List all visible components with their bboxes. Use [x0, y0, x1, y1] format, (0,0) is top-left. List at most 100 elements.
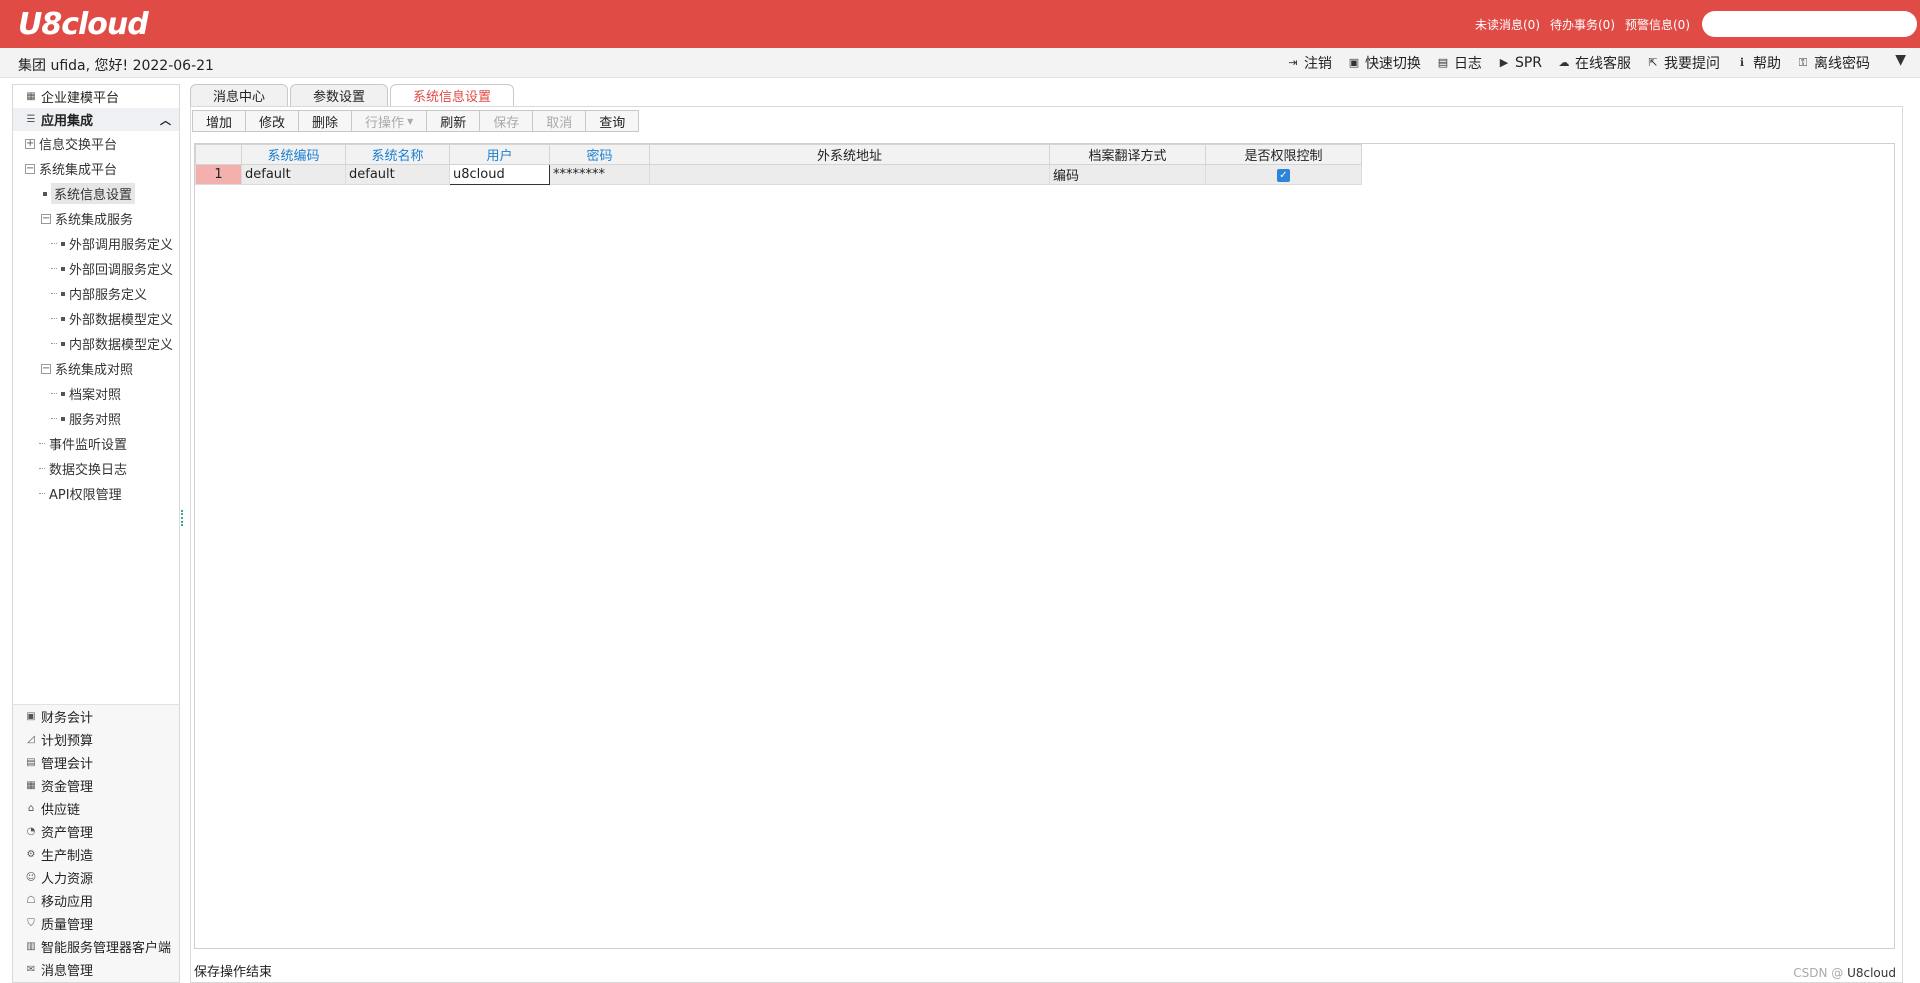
row-operations-button[interactable]: 行操作 ▼	[351, 110, 428, 132]
row-number[interactable]: 1	[195, 164, 242, 185]
module-quality[interactable]: ⛉ 质量管理	[13, 912, 179, 935]
grid-icon: ▦	[26, 91, 36, 102]
top-bar: U8cloud 未读消息(0) 待办事务(0) 预警信息(0)	[0, 0, 1920, 48]
save-button[interactable]: 保存	[479, 110, 534, 132]
module-supply-chain[interactable]: ⌂ 供应链	[13, 797, 179, 820]
search-input[interactable]	[1702, 11, 1917, 37]
chevron-down-icon[interactable]: ▼	[1895, 52, 1906, 68]
asset-icon: ◔	[26, 826, 36, 837]
tree-item-info-exchange[interactable]: + 信息交换平台	[13, 131, 179, 156]
column-header-system-name[interactable]: 系统名称	[345, 144, 450, 165]
tree-item-integration-mapping[interactable]: − 系统集成对照	[13, 356, 179, 381]
refresh-button[interactable]: 刷新	[426, 110, 481, 132]
help-button[interactable]: ℹ 帮助	[1736, 53, 1781, 73]
column-header-permission-control[interactable]: 是否权限控制	[1205, 144, 1362, 165]
cell-password[interactable]: ********	[549, 164, 650, 185]
module-asset[interactable]: ◔ 资产管理	[13, 820, 179, 843]
finance-icon: ▣	[26, 711, 36, 722]
sidebar-header: ▦ 企业建模平台 ☰ 应用集成 ︿	[13, 85, 179, 131]
toolbar: 增加 修改 删除 行操作 ▼ 刷新 保存 取消 查询	[192, 110, 640, 132]
collapse-icon[interactable]: −	[25, 163, 35, 174]
logout-button[interactable]: ⇥ 注销	[1287, 53, 1332, 73]
collapse-icon[interactable]: −	[41, 363, 51, 374]
spr-button[interactable]: ▶ SPR	[1498, 53, 1542, 73]
cancel-button[interactable]: 取消	[532, 110, 587, 132]
add-button[interactable]: 增加	[192, 110, 247, 132]
module-message[interactable]: ✉ 消息管理	[13, 958, 179, 981]
tree-item-integration-services[interactable]: − 系统集成服务	[13, 206, 179, 231]
tree-item-service-mapping[interactable]: 服务对照	[13, 406, 179, 431]
sidebar-item-enterprise-modeling[interactable]: ▦ 企业建模平台	[13, 85, 179, 108]
status-message: 保存操作结束	[194, 965, 273, 980]
module-manufacturing[interactable]: ⚙ 生产制造	[13, 843, 179, 866]
online-service-button[interactable]: ☁ 在线客服	[1558, 53, 1632, 73]
cell-external-address[interactable]	[649, 164, 1050, 185]
column-header-translation-method[interactable]: 档案翻译方式	[1049, 144, 1206, 165]
module-smart-service[interactable]: ▥ 智能服务管理器客户端	[13, 935, 179, 958]
edit-button[interactable]: 修改	[245, 110, 300, 132]
log-icon: ▤	[1437, 56, 1449, 69]
table-header-row: 系统编码 系统名称 用户 密码 外系统地址 档案翻译方式 是否权限控制	[195, 144, 1362, 165]
collapse-icon[interactable]: −	[41, 213, 51, 224]
notification-links: 未读消息(0) 待办事务(0) 预警信息(0)	[1475, 16, 1690, 33]
sidebar-section-app-integration[interactable]: ☰ 应用集成 ︿	[13, 108, 179, 131]
tab-system-info-settings[interactable]: 系统信息设置	[390, 84, 515, 106]
cell-translation-method[interactable]: 编码	[1049, 164, 1206, 185]
tab-parameter-settings[interactable]: 参数设置	[290, 84, 389, 106]
column-header-external-address[interactable]: 外系统地址	[649, 144, 1050, 165]
ask-question-button[interactable]: ⇱ 我要提问	[1647, 53, 1720, 73]
tree-item-system-integration[interactable]: − 系统集成平台	[13, 156, 179, 181]
tree-item-event-listener[interactable]: 事件监听设置	[13, 431, 179, 456]
cell-system-code[interactable]: default	[241, 164, 346, 185]
tree-item-system-info-settings[interactable]: 系统信息设置	[13, 181, 179, 206]
chevron-down-icon: ▼	[407, 116, 414, 126]
message-icon: ✉	[26, 964, 36, 975]
tab-message-center[interactable]: 消息中心	[190, 84, 289, 106]
cell-permission-control[interactable]: ✓	[1205, 164, 1362, 185]
table-row[interactable]: 1 default default u8cloud ******** 编码 ✓	[195, 164, 1362, 185]
query-button[interactable]: 查询	[585, 110, 640, 132]
cell-user[interactable]: u8cloud	[449, 164, 550, 185]
smart-service-icon: ▥	[26, 941, 36, 952]
leaf-icon	[61, 416, 65, 421]
offline-password-button[interactable]: ⚿ 离线密码	[1797, 53, 1870, 73]
module-management-accounting[interactable]: ▤ 管理会计	[13, 751, 179, 774]
leaf-icon	[61, 291, 65, 296]
quick-switch-button[interactable]: ▣ 快速切换	[1348, 53, 1421, 73]
tree-item-internal-data-model[interactable]: 内部数据模型定义	[13, 331, 179, 356]
column-header-password[interactable]: 密码	[549, 144, 650, 165]
greeting: 集团 ufida, 您好! 2022-06-21	[18, 58, 214, 74]
module-mobile[interactable]: ☖ 移动应用	[13, 889, 179, 912]
todo-link[interactable]: 待办事务(0)	[1550, 16, 1615, 33]
unread-messages-link[interactable]: 未读消息(0)	[1475, 16, 1540, 33]
tree-item-archive-mapping[interactable]: 档案对照	[13, 381, 179, 406]
tree-item-external-data-model[interactable]: 外部数据模型定义	[13, 306, 179, 331]
module-list: ▣ 财务会计 ◿ 计划预算 ▤ 管理会计 ▦ 资金管理 ⌂ 供应链 ◔ 资产管理 ⚙ 生产制造…	[13, 704, 179, 982]
module-finance[interactable]: ▣ 财务会计	[13, 705, 179, 728]
tree-item-internal-service[interactable]: 内部服务定义	[13, 281, 179, 306]
tree-item-exchange-log[interactable]: 数据交换日志	[13, 456, 179, 481]
checkbox-checked-icon[interactable]: ✓	[1277, 169, 1290, 182]
tree-item-api-permission[interactable]: API权限管理	[13, 481, 179, 506]
log-button[interactable]: ▤ 日志	[1437, 53, 1482, 73]
alert-link[interactable]: 预警信息(0)	[1625, 16, 1690, 33]
module-budget[interactable]: ◿ 计划预算	[13, 728, 179, 751]
tree-item-external-call-service[interactable]: 外部调用服务定义	[13, 231, 179, 256]
service-icon: ☁	[1558, 56, 1570, 69]
status-right: CSDN @ U8cloud	[1793, 966, 1896, 980]
question-icon: ⇱	[1648, 56, 1658, 69]
column-header-system-code[interactable]: 系统编码	[241, 144, 346, 165]
module-fund[interactable]: ▦ 资金管理	[13, 774, 179, 797]
cell-system-name[interactable]: default	[345, 164, 450, 185]
sidebar-splitter[interactable]	[181, 510, 183, 526]
expand-icon[interactable]: +	[25, 138, 35, 149]
chevron-up-icon[interactable]: ︿	[160, 112, 171, 128]
leaf-icon	[61, 241, 65, 246]
tree-item-external-callback-service[interactable]: 外部回调服务定义	[13, 256, 179, 281]
quick-actions: ⇥ 注销 ▣ 快速切换 ▤ 日志 ▶ SPR ☁ 在线客服 ⇱ 我要提问 ℹ 帮助 ⚿ 离线密码	[1287, 53, 1870, 73]
sidebar: ▦ 企业建模平台 ☰ 应用集成 ︿ + 信息交换平台 − 系统集成平台 系统信息设置 −…	[12, 84, 180, 983]
delete-button[interactable]: 删除	[298, 110, 353, 132]
column-header-user[interactable]: 用户	[449, 144, 550, 165]
main-panel: 增加 修改 删除 行操作 ▼ 刷新 保存 取消 查询 系统编码 系统名称 用户 密…	[190, 106, 1903, 983]
module-hr[interactable]: ☺ 人力资源	[13, 866, 179, 889]
